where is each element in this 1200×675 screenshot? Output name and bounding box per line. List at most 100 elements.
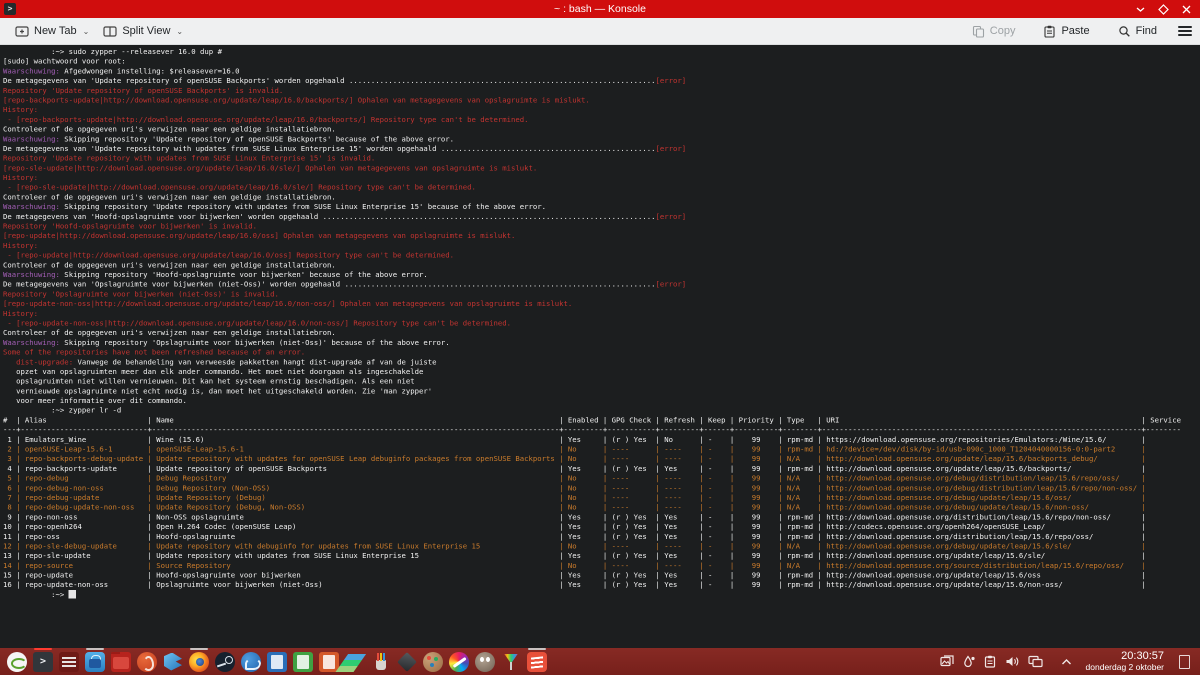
taskbar-item-color-wine[interactable] — [498, 648, 524, 675]
palette-app-icon — [423, 652, 443, 672]
konsole-window-icon — [4, 3, 16, 15]
clock-date: donderdag 2 oktober — [1086, 663, 1164, 672]
taskbar-item-dolphin[interactable] — [108, 648, 134, 675]
inkscape-icon — [397, 652, 417, 672]
new-tab-icon — [15, 25, 29, 38]
taskbar-item-discover[interactable] — [82, 648, 108, 675]
taskbar-item-system-settings[interactable] — [56, 648, 82, 675]
taskbar-item-layers-app[interactable] — [342, 648, 368, 675]
ink-drop-tray-icon[interactable] — [963, 655, 975, 668]
volume-tray-icon[interactable] — [1005, 655, 1019, 668]
terminal-line: opzet van opslagruimten meer dan elk and… — [3, 367, 1200, 377]
terminal-line: [repo-sle-update|http://download.opensus… — [3, 163, 1200, 173]
terminal-line: Controleer of de opgegeven uri's verwijz… — [3, 125, 1200, 135]
taskbar-item-kde-app[interactable] — [160, 648, 186, 675]
dolphin-icon — [111, 652, 131, 672]
copy-button[interactable]: Copy — [965, 22, 1023, 41]
konsole-toolbar: New Tab ⌄ Split View ⌄ Copy Paste — [0, 18, 1200, 45]
terminal-line: History: — [3, 105, 1200, 115]
system-tray: 20:30:57 donderdag 2 oktober — [940, 651, 1196, 671]
copy-icon — [972, 25, 985, 38]
clipboard-tray-icon[interactable] — [984, 655, 996, 668]
terminal-line: 4 | repo-backports-update | Update repos… — [3, 464, 1200, 474]
gallery-tray-icon[interactable] — [940, 655, 954, 668]
menu-icon[interactable] — [1178, 24, 1192, 38]
taskbar-item-steam[interactable] — [212, 648, 238, 675]
clock-widget[interactable]: 20:30:57 donderdag 2 oktober — [1086, 651, 1164, 671]
terminal-line: De metagegevens van 'Update repository o… — [3, 76, 1200, 86]
krita-icon — [449, 652, 469, 672]
terminal-line: :~> — [3, 590, 1200, 600]
terminal-line: Controleer of de opgegeven uri's verwijz… — [3, 192, 1200, 202]
expand-tray-chevron-icon[interactable] — [1060, 657, 1073, 667]
konsole-window: ~ : bash — Konsole New Tab ⌄ Split View … — [0, 0, 1200, 648]
taskbar-item-lo-calc[interactable] — [290, 648, 316, 675]
terminal-line: # | Alias | Name | Enabled | GPG Check |… — [3, 415, 1200, 425]
taskbar-item-tasks-app[interactable] — [524, 648, 550, 675]
lo-calc-icon — [293, 652, 313, 672]
close-button[interactable] — [1181, 4, 1192, 15]
gimp-icon — [475, 652, 495, 672]
terminal-line: vernieuwde opslagruimte niet echt nodig … — [3, 386, 1200, 396]
taskbar-item-inkscape[interactable] — [394, 648, 420, 675]
maximize-button[interactable] — [1158, 4, 1169, 15]
terminal-line: De metagegevens van 'Hoofd-opslagruimte … — [3, 212, 1200, 222]
window-indicator — [34, 648, 52, 650]
terminal-line: Waarschuwing: Afgedwongen instelling: $r… — [3, 66, 1200, 76]
title-bar[interactable]: ~ : bash — Konsole — [0, 0, 1200, 18]
firefox-icon — [189, 652, 209, 672]
terminal-line: History: — [3, 309, 1200, 319]
window-title: ~ : bash — Konsole — [0, 3, 1200, 15]
taskbar-item-thunderbird[interactable] — [238, 648, 264, 675]
terminal-line: History: — [3, 173, 1200, 183]
new-tab-label: New Tab — [34, 25, 77, 37]
terminal-line: ---+-----------------------------+------… — [3, 425, 1200, 435]
terminal-line: 13 | repo-sle-update | Update repository… — [3, 551, 1200, 561]
terminal-line: 2 | openSUSE-Leap-15.6-1 | openSUSE-Leap… — [3, 445, 1200, 455]
window-indicator — [528, 648, 546, 650]
tasks-app-icon — [527, 652, 547, 672]
layers-app-icon — [345, 652, 365, 672]
taskbar-item-gimp[interactable] — [472, 648, 498, 675]
terminal-line: - [repo-sle-update|http://download.opens… — [3, 183, 1200, 193]
terminal-line: - [repo-update|http://download.opensuse.… — [3, 251, 1200, 261]
terminal-line: Repository 'Update repository with updat… — [3, 154, 1200, 164]
terminal-output[interactable]: :~> sudo zypper --releasever 16.0 dup #[… — [0, 45, 1200, 648]
terminal-line: [sudo] wachtwoord voor root: — [3, 57, 1200, 67]
displays-tray-icon[interactable] — [1028, 655, 1043, 668]
terminal-text: :~> sudo zypper --releasever 16.0 dup #[… — [3, 47, 1200, 600]
taskbar-item-yast[interactable] — [134, 648, 160, 675]
taskbar-item-firefox[interactable] — [186, 648, 212, 675]
taskbar-item-lo-writer[interactable] — [264, 648, 290, 675]
taskbar-item-opensuse-launcher[interactable] — [4, 648, 30, 675]
new-tab-button[interactable]: New Tab ⌄ — [8, 22, 96, 41]
paste-icon — [1043, 25, 1056, 38]
art-supplies-icon — [371, 652, 391, 672]
paste-button[interactable]: Paste — [1036, 22, 1096, 41]
terminal-line: De metagegevens van 'Opslagruimte voor b… — [3, 280, 1200, 290]
terminal-line: 3 | repo-backports-debug-update | Update… — [3, 454, 1200, 464]
taskbar: 20:30:57 donderdag 2 oktober — [0, 648, 1200, 675]
split-view-button[interactable]: Split View ⌄ — [96, 22, 190, 41]
find-button[interactable]: Find — [1111, 22, 1164, 41]
minimize-button[interactable] — [1135, 4, 1146, 15]
opensuse-launcher-icon — [7, 652, 27, 672]
yast-icon — [137, 652, 157, 672]
taskbar-item-palette-app[interactable] — [420, 648, 446, 675]
terminal-line: dist-upgrade: Vanwege de behandeling van… — [3, 357, 1200, 367]
terminal-line: [repo-update|http://download.opensuse.or… — [3, 231, 1200, 241]
taskbar-item-lo-impress[interactable] — [316, 648, 342, 675]
chevron-down-icon: ⌄ — [176, 27, 183, 36]
peek-desktop-button[interactable] — [1179, 655, 1190, 669]
color-wine-icon — [501, 652, 521, 672]
split-view-label: Split View — [122, 25, 170, 37]
taskbar-item-krita[interactable] — [446, 648, 472, 675]
terminal-line: - [repo-backports-update|http://download… — [3, 115, 1200, 125]
terminal-line: 9 | repo-non-oss | Non-OSS opslagruimte … — [3, 512, 1200, 522]
taskbar-item-konsole[interactable] — [30, 648, 56, 675]
terminal-line: Waarschuwing: Skipping repository 'Updat… — [3, 134, 1200, 144]
taskbar-item-art-supplies[interactable] — [368, 648, 394, 675]
paste-label: Paste — [1061, 25, 1089, 37]
terminal-line: [repo-backports-update|http://download.o… — [3, 95, 1200, 105]
terminal-line: 5 | repo-debug | Debug Repository | No |… — [3, 474, 1200, 484]
